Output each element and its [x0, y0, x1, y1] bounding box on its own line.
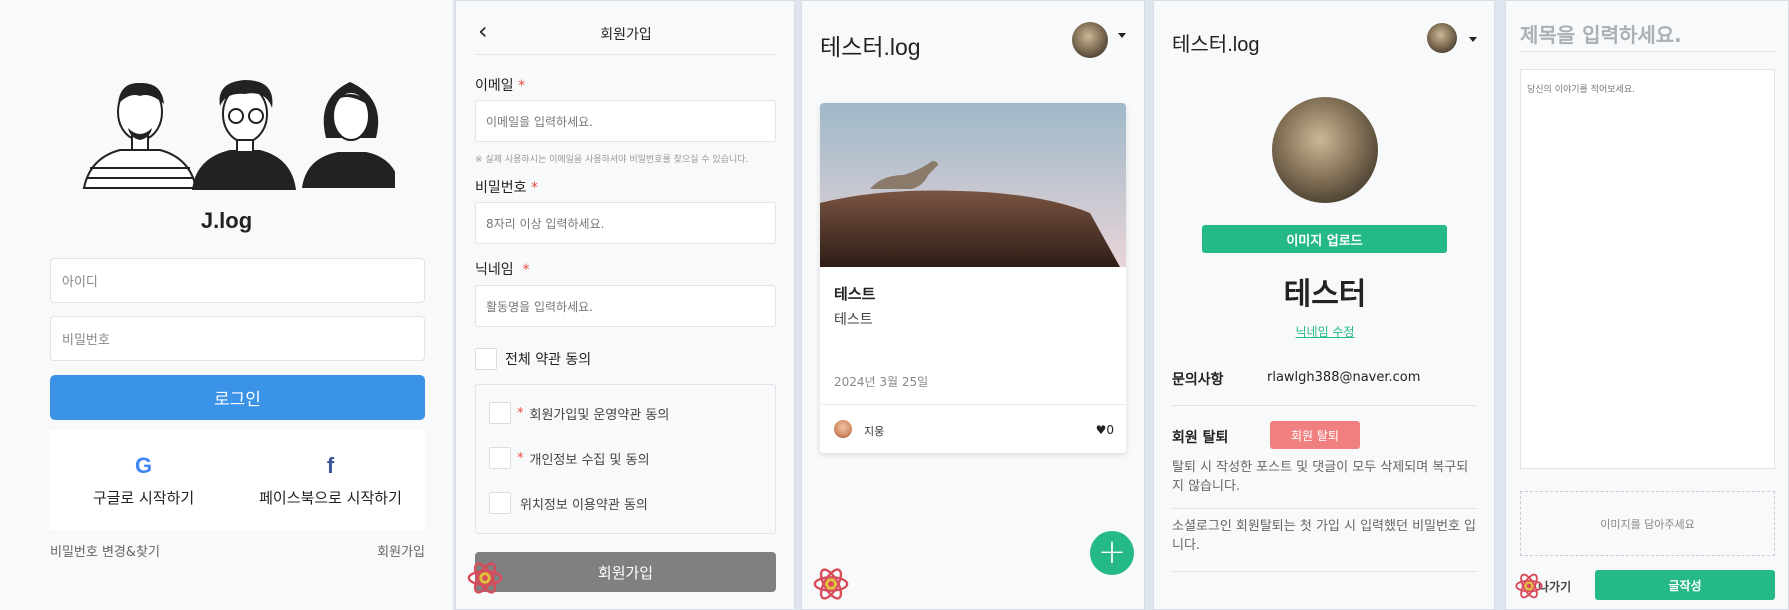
nickname-field[interactable]: 활동명을 입력하세요.: [475, 285, 776, 327]
required-mark: *: [517, 405, 524, 421]
post-body-placeholder: 당신의 이야기를 적어보세요.: [1527, 85, 1635, 95]
required-mark: *: [530, 180, 538, 196]
like-count[interactable]: ♥0: [1096, 423, 1114, 437]
blog-title: 테스터.log: [1172, 34, 1260, 56]
password-field[interactable]: 8자리 이상 입력하세요.: [475, 202, 776, 244]
terms-item[interactable]: * 회원가입및 운영약관 동의: [489, 402, 669, 424]
avatars-illustration: [82, 80, 395, 190]
signup-panel: ‹ 회원가입 이메일 * 이메일을 입력하세요. ※ 실제 사용하시는 이메일을…: [455, 0, 795, 610]
edit-nickname-link[interactable]: 닉네임 수정: [1154, 323, 1494, 340]
header-divider: [475, 54, 776, 55]
terms-label: 위치정보 이용약관 동의: [520, 497, 648, 513]
google-login-button[interactable]: G 구글로 시작하기: [50, 430, 237, 530]
withdraw-button[interactable]: 회원 탈퇴: [1270, 421, 1360, 449]
password-label: 비밀번호 *: [475, 177, 538, 197]
avatar[interactable]: [1072, 22, 1108, 58]
terms-checkbox[interactable]: [489, 492, 511, 514]
react-icon: [467, 562, 503, 594]
chevron-down-icon[interactable]: [1118, 33, 1126, 38]
title-divider: [1520, 51, 1775, 52]
profile-image: [1272, 97, 1378, 203]
login-panel: J.log 아이디 비밀번호 로그인 G 구글로 시작하기 f 페이스북으로 시…: [0, 0, 453, 610]
card-divider: [820, 404, 1126, 405]
required-mark: *: [517, 450, 524, 466]
required-mark: *: [518, 78, 526, 94]
facebook-login-label: 페이스북으로 시작하기: [259, 488, 402, 507]
agree-all-checkbox[interactable]: [475, 348, 497, 370]
contact-label: 문의사항: [1172, 372, 1224, 388]
email-label: 이메일 *: [475, 75, 525, 95]
email-placeholder: 이메일을 입력하세요.: [486, 114, 593, 129]
post-title: 테스트: [834, 285, 876, 303]
post-date: 2024년 3월 25일: [834, 375, 929, 389]
add-post-button[interactable]: +: [1090, 531, 1134, 575]
password-input[interactable]: 비밀번호: [50, 316, 425, 361]
react-icon: [1515, 573, 1543, 599]
post-title-input[interactable]: 제목을 입력하세요.: [1520, 19, 1682, 48]
app-title: J.log: [200, 208, 253, 233]
terms-label: 개인정보 수집 및 동의: [529, 452, 650, 468]
email-field[interactable]: 이메일을 입력하세요.: [475, 100, 776, 142]
google-icon: G: [134, 452, 153, 478]
signup-title: 회원가입: [600, 27, 652, 43]
post-summary: 테스트: [834, 312, 873, 328]
chevron-down-icon[interactable]: [1469, 37, 1477, 42]
email-note: ※ 실제 사용하시는 이메일을 사용하셔야 비밀번호를 찾으실 수 있습니다.: [475, 155, 749, 165]
username-input[interactable]: 아이디: [50, 258, 425, 303]
image-dropzone[interactable]: 이미지를 담아주세요: [1520, 491, 1775, 556]
write-panel: 제목을 입력하세요. 당신의 이야기를 적어보세요. 이미지를 담아주세요 나가…: [1505, 0, 1789, 610]
google-login-label: 구글로 시작하기: [92, 488, 195, 507]
agree-all-label: 전체 약관 동의: [505, 352, 592, 368]
post-body-textarea[interactable]: 당신의 이야기를 적어보세요.: [1520, 69, 1775, 469]
withdraw-notice: 탈퇴 시 작성한 포스트 및 댓글이 모두 삭제되며 복구되지 않습니다.: [1172, 460, 1469, 494]
terms-checkbox[interactable]: [489, 402, 511, 424]
nickname-placeholder: 활동명을 입력하세요.: [486, 299, 593, 314]
terms-label: 회원가입및 운영약관 동의: [529, 407, 670, 423]
social-login-box: G 구글로 시작하기 f 페이스북으로 시작하기: [50, 430, 425, 530]
agree-all-row[interactable]: 전체 약관 동의: [475, 348, 591, 370]
facebook-icon: f: [326, 452, 335, 478]
nickname-label: 닉네임 *: [475, 259, 530, 279]
divider: [1172, 571, 1477, 572]
required-mark: *: [522, 262, 530, 278]
terms-box: * 회원가입및 운영약관 동의 * 개인정보 수집 및 동의 위치정보 이용약관…: [475, 384, 776, 534]
username-placeholder: 아이디: [62, 275, 98, 290]
write-submit-button[interactable]: 글작성: [1595, 570, 1775, 600]
signup-submit-button[interactable]: 회원가입: [475, 552, 776, 592]
login-button[interactable]: 로그인: [50, 375, 425, 420]
withdraw-label: 회원 탈퇴: [1172, 430, 1229, 446]
profile-nickname: 테스터: [1283, 277, 1367, 312]
image-upload-button[interactable]: 이미지 업로드: [1202, 225, 1447, 253]
password-placeholder: 비밀번호: [62, 333, 110, 348]
terms-item[interactable]: * 개인정보 수집 및 동의: [489, 447, 650, 469]
email-label-text: 이메일: [475, 78, 514, 94]
nickname-label-text: 닉네임: [475, 262, 514, 278]
find-password-link[interactable]: 비밀번호 변경&찾기: [50, 541, 160, 560]
terms-checkbox[interactable]: [489, 447, 511, 469]
social-withdraw-notice: 소셜로그인 회원탈퇴는 첫 가입 시 입력했던 비밀번호 입니다.: [1172, 519, 1477, 553]
divider: [1172, 405, 1477, 406]
terms-item[interactable]: 위치정보 이용약관 동의: [489, 492, 648, 514]
contact-email: rlawlgh388@naver.com: [1267, 370, 1421, 385]
divider: [1172, 508, 1477, 509]
facebook-login-button[interactable]: f 페이스북으로 시작하기: [237, 430, 424, 530]
author-name: 지웅: [864, 425, 885, 438]
password-placeholder-text: 8자리 이상 입력하세요.: [486, 216, 605, 231]
author-avatar: [834, 420, 852, 438]
post-thumbnail: [820, 103, 1126, 267]
feed-panel: 테스터.log 테스트 테스트 2024년 3월 25일 지웅 ♥0 +: [801, 0, 1145, 610]
avatar[interactable]: [1427, 23, 1457, 53]
blog-title: 테스터.log: [820, 34, 921, 60]
signup-link[interactable]: 회원가입: [377, 541, 425, 560]
react-icon: [813, 568, 849, 600]
profile-panel: 테스터.log 이미지 업로드 테스터 닉네임 수정 문의사항 rlawlgh3…: [1153, 0, 1495, 610]
password-label-text: 비밀번호: [475, 180, 527, 196]
post-card[interactable]: 테스트 테스트 2024년 3월 25일 지웅 ♥0: [820, 103, 1126, 453]
